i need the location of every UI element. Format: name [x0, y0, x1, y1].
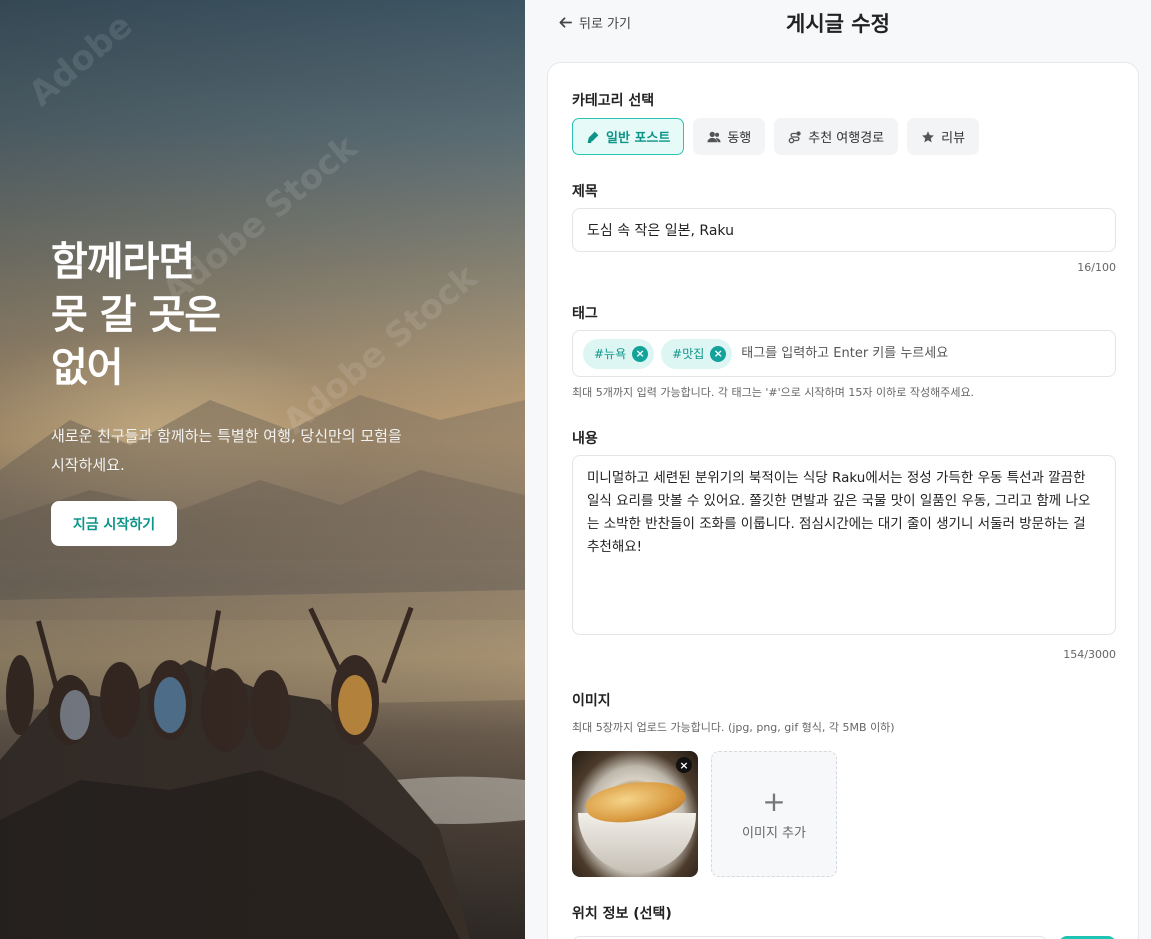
tags-hint: 최대 5개까지 입력 가능합니다. 각 태그는 '#'으로 시작하며 15자 이… — [572, 386, 975, 399]
category-label-text: 일반 포스트 — [606, 131, 671, 146]
plus-icon: + — [762, 784, 786, 818]
tag-text: #맛집 — [672, 347, 705, 361]
location-label: 위치 정보 (선택) — [572, 906, 672, 922]
hero-title: 함께라면 못 갈 곳은 없어 — [51, 239, 221, 391]
title-input[interactable] — [572, 208, 1116, 252]
category-review[interactable]: 리뷰 — [907, 118, 980, 155]
hero-section: Adobe Adobe Stock Adobe Stock 함께라면 못 갈 곳… — [0, 0, 525, 939]
bowl-shape — [578, 813, 696, 873]
pen-icon — [587, 131, 599, 143]
edit-form-card: 카테고리 선택 일반 포스트 동행 추천 여행경로 리뷰 제목 16/100 태… — [547, 62, 1139, 939]
page-title: 게시글 수정 — [786, 12, 890, 36]
hero-subtitle: 새로운 친구들과 함께하는 특별한 여행, 당신만의 모험을 시작하세요. — [51, 427, 402, 474]
add-image-label: 이미지 추가 — [742, 825, 806, 841]
tags-label: 태그 — [572, 306, 598, 322]
tag-text: #뉴욕 — [594, 347, 627, 361]
route-icon — [788, 130, 801, 143]
content-char-counter: 154/3000 — [1063, 648, 1116, 661]
content-textarea[interactable] — [572, 455, 1116, 635]
tags-field[interactable]: #뉴욕 × #맛집 × — [572, 330, 1116, 377]
remove-tag-icon[interactable]: × — [710, 345, 727, 362]
star-icon — [922, 130, 935, 142]
users-icon — [707, 131, 721, 142]
add-image-button[interactable]: + 이미지 추가 — [711, 751, 837, 877]
title-char-counter: 16/100 — [1077, 261, 1116, 274]
content-label: 내용 — [572, 431, 598, 447]
category-label-text: 리뷰 — [941, 131, 966, 146]
title-label: 제목 — [572, 184, 598, 200]
edit-post-panel: 뒤로 가기 게시글 수정 카테고리 선택 일반 포스트 동행 추천 여행경로 리… — [525, 0, 1151, 939]
category-label-text: 추천 여행경로 — [808, 131, 885, 146]
category-options: 일반 포스트 동행 추천 여행경로 리뷰 — [572, 118, 980, 155]
tag-chip: #뉴욕 × — [583, 338, 655, 369]
category-general-post[interactable]: 일반 포스트 — [572, 118, 685, 155]
category-label: 카테고리 선택 — [572, 93, 655, 109]
category-companion[interactable]: 동행 — [693, 118, 766, 155]
category-recommended-route[interactable]: 추천 여행경로 — [774, 118, 899, 155]
tag-input[interactable] — [741, 346, 1042, 361]
start-now-button[interactable]: 지금 시작하기 — [51, 501, 177, 546]
uploaded-image-thumbnail[interactable]: × — [572, 751, 698, 877]
images-label: 이미지 — [572, 693, 611, 709]
remove-image-icon[interactable]: × — [676, 757, 692, 773]
tag-chip: #맛집 × — [661, 338, 733, 369]
images-hint: 최대 5장까지 업로드 가능합니다. (jpg, png, gif 형식, 각 … — [572, 721, 895, 734]
remove-tag-icon[interactable]: × — [632, 345, 649, 362]
category-label-text: 동행 — [727, 131, 752, 146]
